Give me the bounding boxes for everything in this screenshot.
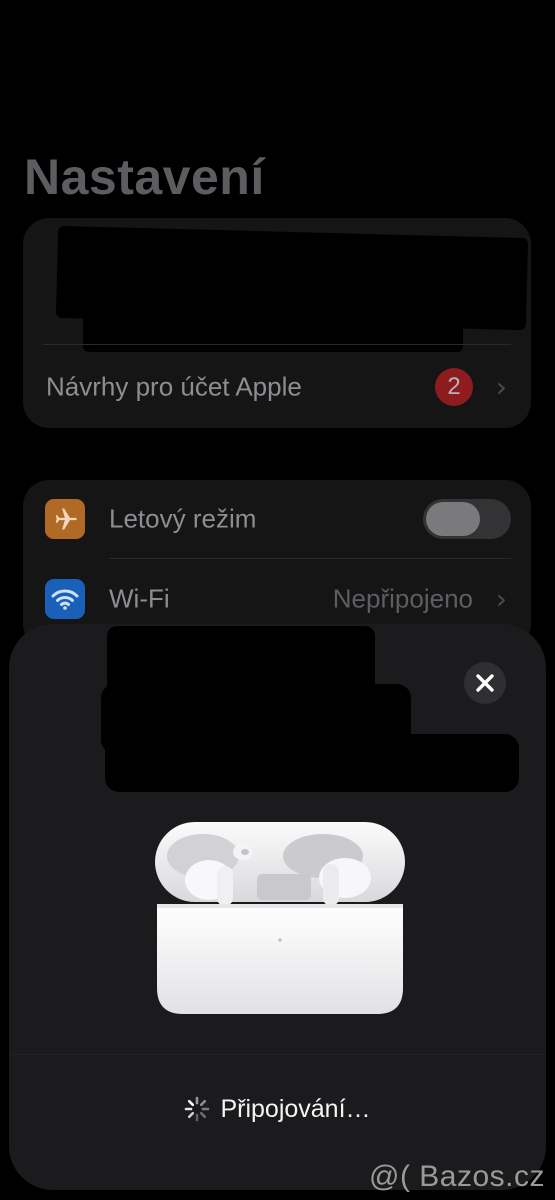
toggle-knob <box>426 502 480 536</box>
divider <box>43 344 511 345</box>
divider <box>109 558 511 559</box>
airpods-pairing-sheet: Připojování… <box>9 624 546 1190</box>
airplane-mode-row[interactable]: Letový režim <box>23 480 531 558</box>
close-button[interactable] <box>464 662 506 704</box>
connecting-status-text: Připojování… <box>220 1094 371 1123</box>
chevron-right-icon: › <box>495 370 507 404</box>
divider <box>9 1054 546 1055</box>
airplane-mode-label: Letový režim <box>109 503 257 534</box>
airplane-icon <box>45 499 85 539</box>
wifi-icon <box>45 579 85 619</box>
chevron-right-icon: › <box>495 582 507 616</box>
airpods-case-image <box>147 820 413 1020</box>
notification-badge: 2 <box>435 368 473 406</box>
connection-status: Připojování… <box>9 1092 546 1126</box>
wifi-status-value: Nepřipojeno <box>332 583 473 614</box>
redaction-block <box>105 734 519 792</box>
wifi-label: Wi-Fi <box>109 583 170 614</box>
apple-account-suggestions-row[interactable]: Návrhy pro účet Apple 2 › <box>23 348 531 426</box>
close-icon <box>476 674 494 692</box>
airplane-mode-toggle[interactable] <box>423 499 511 539</box>
account-group: Návrhy pro účet Apple 2 › <box>23 218 531 428</box>
watermark: @( Bazos.cz <box>369 1160 545 1193</box>
suggestions-label: Návrhy pro účet Apple <box>46 371 302 402</box>
page-title: Nastavení <box>24 149 265 205</box>
spinner-icon <box>185 1096 210 1122</box>
